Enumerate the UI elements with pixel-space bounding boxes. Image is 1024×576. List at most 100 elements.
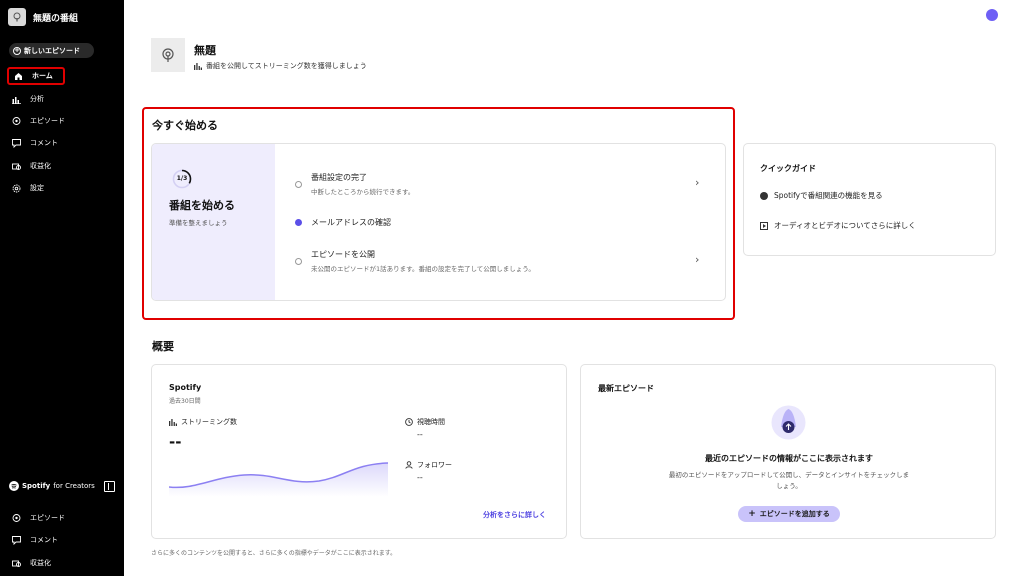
sidebar-item-label: コメント [30, 536, 58, 544]
streams-label: ストリーミング数 [169, 417, 237, 427]
add-episode-label: エピソードを追加する [759, 510, 830, 518]
show-thumbnail [8, 8, 26, 26]
gear-icon [12, 184, 21, 193]
spotify-stats-card: Spotify 過去30日間 ストリーミング数 -- 視聴時間 -- フォロワー [151, 364, 567, 539]
listen-time-value: -- [417, 430, 423, 439]
task-desc: 中断したところから続行できます。 [311, 188, 415, 196]
task-title: 番組設定の完了 [311, 173, 367, 182]
monetize-icon [12, 559, 21, 568]
spotify-icon [760, 191, 768, 200]
sidebar-item-analytics[interactable]: 分析 [7, 90, 65, 108]
sidebar-item-episodes[interactable]: エピソード [7, 112, 65, 130]
podcast-icon [13, 12, 21, 22]
spotify-icon [9, 481, 19, 491]
avatar[interactable] [986, 9, 998, 21]
new-episode-label: 新しいエピソード [24, 46, 80, 55]
home-icon [14, 72, 23, 81]
podcast-icon [162, 48, 174, 62]
overview-title: 概要 [152, 340, 174, 353]
sidebar-item-label: コメント [30, 139, 58, 147]
latest-episode-card: 最新エピソード 最近のエピソードの情報がここに表示されます 最初のエピソードをア… [580, 364, 996, 539]
comment-icon [12, 138, 21, 148]
task-title: メールアドレスの確認 [311, 218, 391, 227]
listen-time-label-text: 視聴時間 [417, 418, 445, 426]
play-icon [760, 221, 768, 230]
user-icon [405, 461, 413, 469]
streams-sparkline [169, 462, 388, 497]
task-verify-email: メールアドレスの確認 [295, 217, 715, 229]
check-icon [295, 219, 302, 226]
quick-guide-link-spotify[interactable]: Spotifyで番組関連の機能を見る [760, 190, 883, 201]
get-started-title: 今すぐ始める [152, 119, 218, 132]
sidebar-item-comments[interactable]: コメント [7, 134, 65, 152]
analytics-more-link[interactable]: 分析をさらに詳しく [483, 510, 546, 520]
sidebar-bottom-episodes[interactable]: エピソード [7, 509, 65, 527]
collapse-sidebar-icon[interactable] [104, 481, 115, 492]
sidebar-item-label: エピソード [30, 514, 65, 522]
add-episode-button[interactable]: + エピソードを追加する [738, 506, 840, 522]
comment-icon [12, 535, 21, 545]
followers-value: -- [417, 473, 423, 482]
app-root: 無題の番組 + 新しいエピソード ホーム 分析 エピソード コメント 収益化 設… [0, 0, 1024, 576]
streams-label-text: ストリーミング数 [181, 418, 237, 426]
show-name: 無題の番組 [33, 13, 79, 24]
followers-label-text: フォロワー [417, 461, 452, 469]
sidebar-item-settings[interactable]: 設定 [7, 179, 65, 197]
analytics-icon [12, 95, 21, 104]
listen-time-label: 視聴時間 [405, 417, 445, 427]
clock-icon [405, 418, 413, 426]
task-publish-episode[interactable]: エピソードを公開 未公開のエピソードが1話あります。番組の設定を完了して公開しま… [295, 249, 715, 273]
spotify-for-creators-logo: Spotify for Creators [9, 481, 95, 491]
quick-guide-link-label: Spotifyで番組関連の機能を見る [774, 191, 883, 200]
quick-guide-link-label: オーディオとビデオについてさらに詳しく [774, 221, 916, 230]
quick-guide-card: クイックガイド Spotifyで番組関連の機能を見る オーディオとビデオについて… [743, 143, 996, 256]
sidebar-bottom-monetize[interactable]: 収益化 [7, 554, 65, 572]
page-title: 無題 [194, 44, 216, 57]
get-started-card: 1/3 番組を始める 準備を整えましょう 番組設定の完了 中断したところから続行… [151, 143, 726, 301]
task-show-settings[interactable]: 番組設定の完了 中断したところから続行できます。 › [295, 172, 715, 196]
subtitle-text: 番組を公開してストリーミング数を獲得しましょう [206, 62, 367, 70]
page-subtitle: 番組を公開してストリーミング数を獲得しましょう [194, 61, 367, 71]
streams-value: -- [169, 433, 182, 451]
sidebar-item-label: 収益化 [30, 559, 51, 567]
chevron-right-icon: › [695, 253, 700, 266]
latest-episode-title: 最新エピソード [598, 384, 654, 393]
analytics-icon [194, 62, 202, 70]
upload-illustration-icon [771, 405, 806, 440]
new-episode-button[interactable]: + 新しいエピソード [9, 43, 94, 58]
chevron-right-icon: › [695, 176, 700, 189]
stats-source: Spotify [169, 383, 202, 392]
sidebar-item-label: ホーム [32, 72, 53, 80]
task-desc: 未公開のエピソードが1話あります。番組の設定を完了して公開しましょう。 [311, 265, 535, 273]
sidebar-item-label: エピソード [30, 117, 65, 125]
quick-guide-link-media[interactable]: オーディオとビデオについてさらに詳しく [760, 220, 916, 231]
stats-period: 過去30日間 [169, 398, 201, 405]
podcast-icon [12, 513, 21, 523]
get-started-heading: 番組を始める [169, 199, 235, 212]
latest-episode-heading: 最近のエピソードの情報がここに表示されます [705, 454, 873, 463]
show-cover-art [151, 38, 185, 72]
sidebar-item-label: 収益化 [30, 162, 51, 170]
sidebar-item-home[interactable]: ホーム [7, 67, 65, 85]
overview-footnote: さらに多くのコンテンツを公開すると、さらに多くの指標やデータがここに表示されます… [151, 550, 397, 557]
followers-label: フォロワー [405, 460, 452, 470]
get-started-subheading: 準備を整えましょう [169, 219, 228, 227]
sidebar-item-label: 分析 [30, 95, 44, 103]
task-title: エピソードを公開 [311, 250, 375, 259]
brand-suffix: for Creators [53, 482, 95, 490]
quick-guide-title: クイックガイド [760, 164, 816, 173]
sidebar: 無題の番組 + 新しいエピソード ホーム 分析 エピソード コメント 収益化 設… [0, 0, 124, 576]
monetize-icon [12, 162, 21, 171]
plus-icon: + [748, 509, 756, 519]
plus-icon: + [13, 46, 21, 55]
latest-episode-desc: 最初のエピソードをアップロードして公開し、データとインサイトをチェックしましょう… [668, 471, 910, 490]
task-status-icon [295, 258, 302, 265]
analytics-icon [169, 418, 177, 426]
brand-name: Spotify [22, 482, 51, 490]
show-switcher[interactable]: 無題の番組 [8, 8, 78, 26]
sidebar-bottom-comments[interactable]: コメント [7, 531, 65, 549]
sidebar-item-label: 設定 [30, 184, 44, 192]
task-status-icon [295, 181, 302, 188]
sidebar-item-monetize[interactable]: 収益化 [7, 157, 65, 175]
progress-label: 1/3 [176, 175, 188, 182]
